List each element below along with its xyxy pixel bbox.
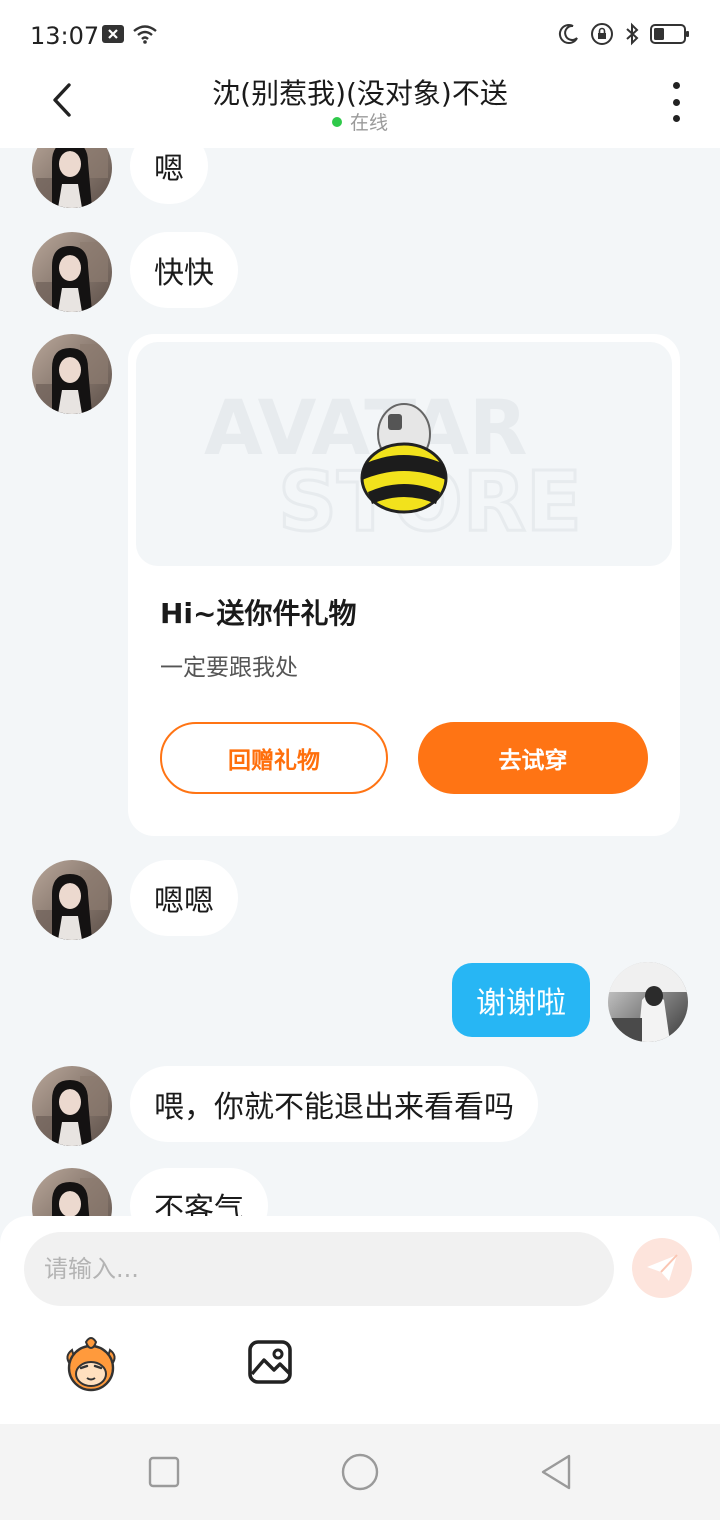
- gift-card[interactable]: AVATAR STORE Hi~送你件礼物 一定要跟我处 回赠礼物 去试穿: [128, 334, 680, 836]
- message-bubble[interactable]: 嗯嗯: [130, 860, 238, 936]
- recent-apps-icon: [148, 1456, 180, 1488]
- contact-avatar[interactable]: [32, 232, 112, 312]
- my-avatar[interactable]: [608, 962, 688, 1042]
- battery-icon: [650, 23, 690, 45]
- contact-avatar[interactable]: [32, 1066, 112, 1146]
- more-dot-icon: [672, 98, 680, 106]
- my-message-bubble[interactable]: 谢谢啦: [452, 963, 590, 1037]
- system-nav-bar: [0, 1424, 720, 1520]
- chat-title: 沈(别惹我)(没对象)不送: [212, 77, 508, 110]
- gift-card-title: Hi~送你件礼物: [160, 597, 357, 630]
- online-dot-icon: [331, 116, 342, 127]
- status-bar: 13:07: [0, 0, 720, 72]
- home-button[interactable]: [340, 1452, 380, 1492]
- send-button[interactable]: [632, 1238, 692, 1298]
- wifi-icon: [132, 24, 158, 44]
- online-status: 在线: [0, 108, 720, 135]
- online-status-text: 在线: [349, 112, 388, 134]
- chat-message-list[interactable]: 嗯 快快 AVATAR STORE Hi~送你件礼物 一定要跟我处 回赠礼物: [0, 148, 720, 1216]
- return-gift-button[interactable]: 回赠礼物: [160, 722, 388, 794]
- more-options-button[interactable]: [664, 82, 688, 122]
- try-on-button[interactable]: 去试穿: [418, 722, 648, 794]
- image-picker-icon: [248, 1340, 292, 1384]
- home-icon: [341, 1453, 379, 1491]
- contact-avatar[interactable]: [32, 334, 112, 414]
- message-input[interactable]: [24, 1232, 614, 1306]
- gift-image: AVATAR STORE: [136, 342, 672, 566]
- message-bubble[interactable]: 不客气: [130, 1168, 268, 1216]
- status-time: 13:07: [30, 22, 100, 50]
- message-bubble[interactable]: 嗯: [130, 148, 208, 204]
- back-nav-button[interactable]: [536, 1452, 576, 1492]
- rotation-lock-icon: [590, 22, 614, 46]
- back-icon: [541, 1454, 571, 1490]
- bluetooth-icon: [624, 22, 640, 46]
- notification-x-icon: [102, 25, 124, 43]
- moon-icon: [558, 23, 580, 45]
- message-composer: [0, 1216, 720, 1424]
- contact-avatar[interactable]: [32, 1168, 112, 1216]
- message-bubble[interactable]: 喂，你就不能退出来看看吗: [130, 1066, 538, 1142]
- send-plane-icon: [647, 1254, 678, 1281]
- message-bubble[interactable]: 快快: [130, 232, 238, 308]
- contact-avatar[interactable]: [32, 860, 112, 940]
- recent-apps-button[interactable]: [144, 1452, 184, 1492]
- more-dot-icon: [672, 115, 680, 122]
- emoji-mascot-icon: [66, 1337, 116, 1392]
- gift-card-subtitle: 一定要跟我处: [160, 655, 298, 681]
- image-picker-button[interactable]: [246, 1338, 294, 1386]
- chat-header: 沈(别惹我)(没对象)不送 在线: [0, 72, 720, 148]
- emoji-mascot-button[interactable]: [60, 1334, 122, 1396]
- contact-avatar[interactable]: [32, 148, 112, 208]
- more-dot-icon: [672, 82, 680, 89]
